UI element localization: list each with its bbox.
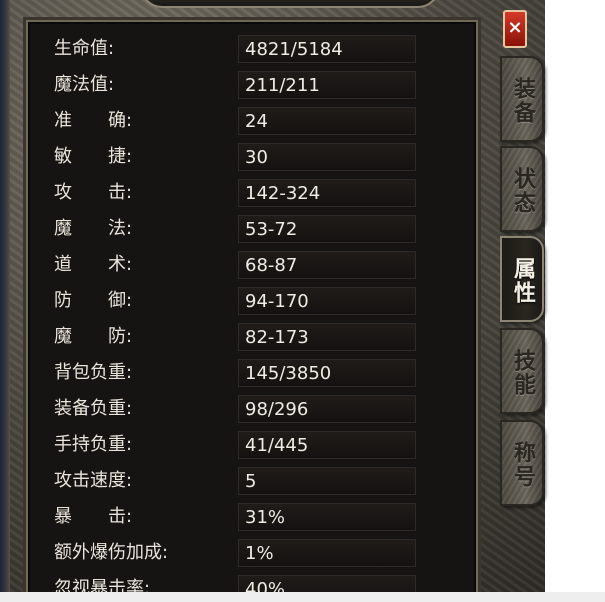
close-icon: × [507, 17, 523, 38]
stat-label: 防 御: [54, 290, 133, 311]
stat-value-box: 4821/5184 [238, 35, 416, 63]
tab-label: 状态 [510, 167, 535, 215]
stat-label: 敏 捷: [54, 146, 133, 167]
stat-row-mp: 魔法值: 211/211 [28, 70, 468, 100]
stat-label: 准 确: [54, 110, 133, 131]
stat-label: 暴 击: [54, 506, 133, 527]
stat-row-defense: 防 御: 94-170 [28, 286, 468, 316]
stat-label: 装备负重: [54, 398, 133, 419]
stat-label: 魔 防: [54, 326, 133, 347]
stat-row-magic: 魔 法: 53-72 [28, 214, 468, 244]
stat-value-box: 31% [238, 503, 416, 531]
stat-label: 魔法值: [54, 74, 115, 95]
stat-value: 1% [245, 543, 274, 564]
tab-status[interactable]: 状态 [500, 146, 544, 232]
stat-row-extra-crit-damage: 额外爆伤加成: 1% [28, 538, 468, 568]
stat-value-box: 68-87 [238, 251, 416, 279]
bottom-strip [0, 592, 605, 602]
stat-value: 41/445 [245, 435, 309, 456]
tab-equipment[interactable]: 装备 [500, 56, 544, 142]
stat-value: 68-87 [245, 255, 298, 276]
stat-value: 30 [245, 147, 268, 168]
stat-label: 道 术: [54, 254, 133, 275]
stat-value: 211/211 [245, 75, 320, 96]
character-window: 生命值: 4821/5184 魔法值: 211/211 准 确: 24 敏 捷:… [0, 0, 605, 602]
stat-row-attack-speed: 攻击速度: 5 [28, 466, 468, 496]
tab-label: 装备 [510, 77, 535, 125]
stat-row-equip-weight: 装备负重: 98/296 [28, 394, 468, 424]
stat-label: 手持负重: [54, 434, 133, 455]
stat-row-magic-defense: 魔 防: 82-173 [28, 322, 468, 352]
stat-row-crit: 暴 击: 31% [28, 502, 468, 532]
stat-value-box: 30 [238, 143, 416, 171]
stat-value-box: 145/3850 [238, 359, 416, 387]
stat-row-attack: 攻 击: 142-324 [28, 178, 468, 208]
stat-value-box: 41/445 [238, 431, 416, 459]
close-button[interactable]: × [503, 10, 527, 48]
stat-row-taoism: 道 术: 68-87 [28, 250, 468, 280]
stat-value: 145/3850 [245, 363, 332, 384]
stat-row-accuracy: 准 确: 24 [28, 106, 468, 136]
frame-left-edge [0, 0, 10, 602]
tab-label: 技能 [510, 349, 535, 397]
stat-label: 额外爆伤加成: [54, 542, 169, 563]
tab-attributes[interactable]: 属性 [500, 236, 544, 322]
stat-label: 生命值: [54, 38, 115, 59]
stat-label: 背包负重: [54, 362, 133, 383]
tab-titles[interactable]: 称号 [500, 420, 544, 506]
stat-row-bag-weight: 背包负重: 145/3850 [28, 358, 468, 388]
stat-value-box: 211/211 [238, 71, 416, 99]
stat-value: 98/296 [245, 399, 309, 420]
stat-row-hp: 生命值: 4821/5184 [28, 34, 468, 64]
stat-label: 攻 击: [54, 182, 133, 203]
stat-value-box: 5 [238, 467, 416, 495]
tab-label: 属性 [510, 257, 535, 305]
tab-skills[interactable]: 技能 [500, 328, 544, 414]
stat-value-box: 98/296 [238, 395, 416, 423]
stat-value: 5 [245, 471, 257, 492]
stat-value-box: 24 [238, 107, 416, 135]
top-ornament [140, 0, 440, 8]
stat-label: 魔 法: [54, 218, 133, 239]
tab-label: 称号 [510, 441, 535, 489]
stat-value: 31% [245, 507, 286, 528]
stat-value: 82-173 [245, 327, 309, 348]
stat-value-box: 53-72 [238, 215, 416, 243]
stat-value-box: 142-324 [238, 179, 416, 207]
stat-label: 攻击速度: [54, 470, 133, 491]
stat-value: 53-72 [245, 219, 298, 240]
stat-value-box: 82-173 [238, 323, 416, 351]
stat-value-box: 94-170 [238, 287, 416, 315]
stat-value: 142-324 [245, 183, 321, 204]
stat-row-agility: 敏 捷: 30 [28, 142, 468, 172]
stat-value-box: 1% [238, 539, 416, 567]
stat-value: 24 [245, 111, 268, 132]
stat-value: 4821/5184 [245, 39, 343, 60]
attributes-panel: 生命值: 4821/5184 魔法值: 211/211 准 确: 24 敏 捷:… [26, 20, 478, 602]
stat-value: 94-170 [245, 291, 309, 312]
stat-row-hand-weight: 手持负重: 41/445 [28, 430, 468, 460]
